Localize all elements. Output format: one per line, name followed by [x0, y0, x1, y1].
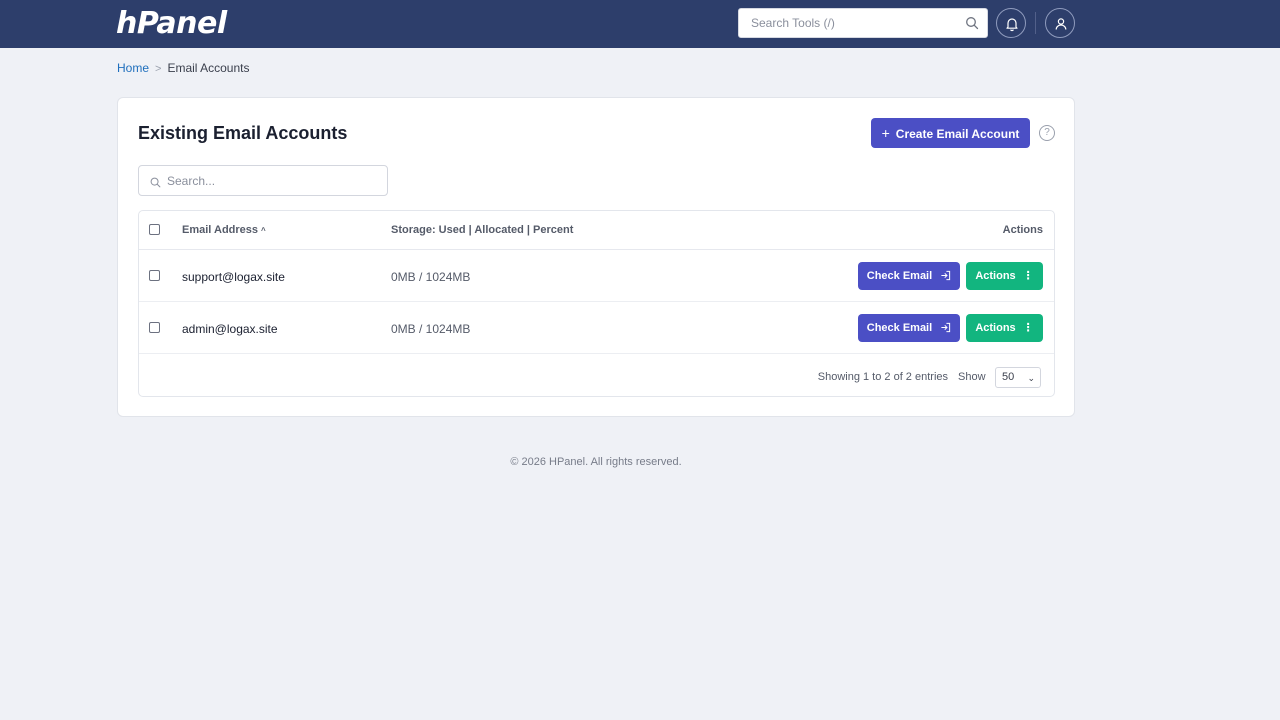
page-size-label: Show — [958, 371, 986, 383]
tool-search-input[interactable] — [739, 9, 959, 37]
bell-icon — [1006, 18, 1018, 32]
notifications-button[interactable] — [996, 8, 1026, 38]
table-row: admin@logax.site 0MB / 1024MB Check Emai… — [139, 302, 1054, 354]
chevron-down-icon: ⌄ — [1027, 373, 1035, 383]
search-icon[interactable] — [965, 16, 979, 30]
login-icon — [941, 270, 951, 281]
user-icon — [1055, 18, 1067, 30]
row-actions-button[interactable]: Actions ⋮ — [966, 314, 1043, 342]
table-row: support@logax.site 0MB / 1024MB Check Em… — [139, 250, 1054, 302]
help-icon[interactable]: ? — [1039, 125, 1055, 141]
storage-usage: 0MB / 1024MB — [391, 322, 471, 336]
column-header-actions: Actions — [1002, 224, 1043, 236]
page-size-select[interactable]: 50 ⌄ — [995, 367, 1041, 388]
page-title: Existing Email Accounts — [138, 123, 348, 143]
navbar-divider — [1035, 12, 1036, 34]
page-size-value: 50 — [1002, 371, 1015, 383]
breadcrumb-current: Email Accounts — [167, 61, 250, 75]
copyright-footer: © 2026 HPanel. All rights reserved. — [510, 456, 682, 468]
entries-count: Showing 1 to 2 of 2 entries — [817, 371, 948, 383]
email-address: support@logax.site — [182, 270, 285, 284]
login-icon — [941, 322, 951, 333]
breadcrumb: Home > Email Accounts — [117, 61, 250, 76]
column-header-email[interactable]: Email Address ^ — [182, 224, 266, 237]
check-email-button[interactable]: Check Email — [858, 262, 960, 290]
more-vertical-icon: ⋮ — [1022, 270, 1034, 282]
row-actions-label: Actions — [975, 322, 1016, 334]
breadcrumb-separator: > — [155, 63, 162, 75]
plus-icon: + — [881, 125, 890, 141]
create-email-account-label: Create Email Account — [895, 127, 1020, 141]
row-checkbox[interactable] — [149, 270, 160, 281]
more-vertical-icon: ⋮ — [1022, 322, 1034, 334]
select-all-checkbox[interactable] — [149, 224, 160, 235]
row-actions-button[interactable]: Actions ⋮ — [966, 262, 1043, 290]
email-accounts-card: Existing Email Accounts + Create Email Ac… — [117, 97, 1075, 417]
create-email-account-button[interactable]: + Create Email Account — [871, 118, 1030, 148]
user-menu-button[interactable] — [1045, 8, 1075, 38]
table-header: Email Address ^ Storage: Used | Allocated… — [139, 211, 1054, 250]
row-checkbox[interactable] — [149, 322, 160, 333]
check-email-label: Check Email — [866, 270, 933, 282]
storage-usage: 0MB / 1024MB — [391, 270, 471, 284]
column-header-email-label: Email Address — [182, 224, 259, 236]
hpanel-logo[interactable]: hPanel — [116, 6, 227, 42]
top-navbar: hPanel — [0, 0, 1280, 48]
table-footer: Showing 1 to 2 of 2 entries Show 50 ⌄ — [139, 355, 1054, 397]
email-address: admin@logax.site — [182, 322, 278, 336]
check-email-label: Check Email — [866, 322, 933, 334]
sort-asc-icon: ^ — [261, 226, 266, 235]
breadcrumb-home-link[interactable]: Home — [117, 61, 149, 75]
row-actions-label: Actions — [975, 270, 1016, 282]
accounts-search[interactable] — [138, 165, 388, 196]
accounts-search-input[interactable] — [167, 166, 382, 195]
search-icon — [150, 175, 161, 193]
tool-search[interactable] — [738, 8, 988, 38]
check-email-button[interactable]: Check Email — [858, 314, 960, 342]
column-header-storage: Storage: Used | Allocated | Percent — [391, 224, 574, 236]
email-accounts-table: Email Address ^ Storage: Used | Allocated… — [138, 210, 1055, 397]
